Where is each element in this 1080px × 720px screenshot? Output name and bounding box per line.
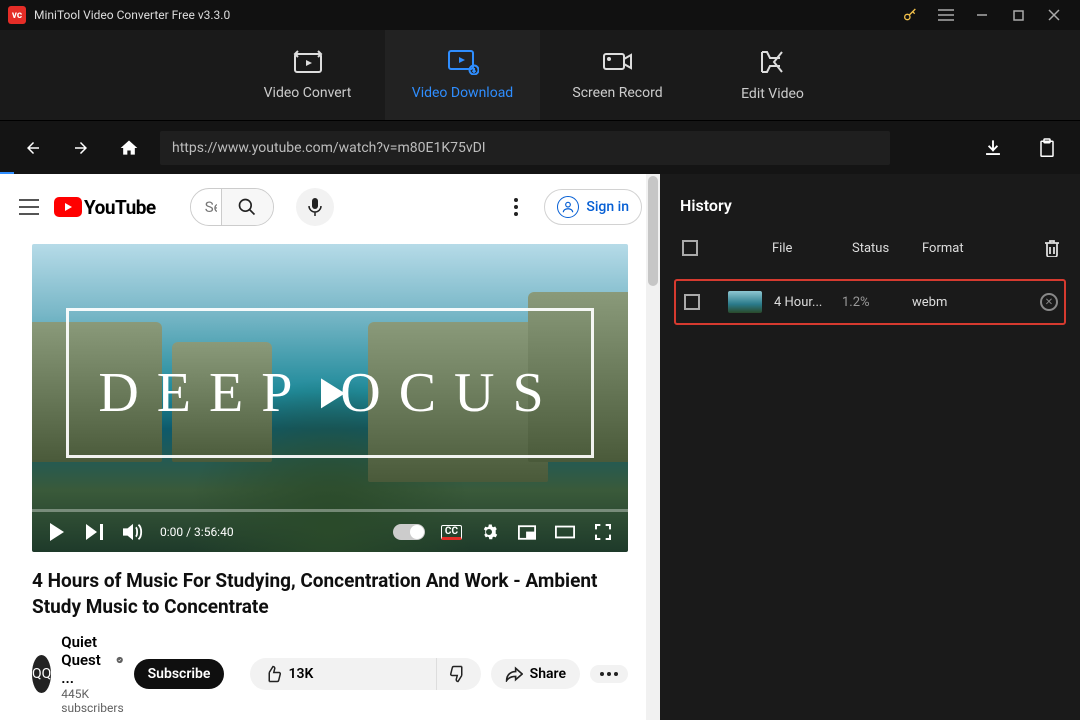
item-thumbnail xyxy=(728,291,762,313)
history-header: File Status Format xyxy=(674,233,1066,263)
fullscreen-icon[interactable] xyxy=(592,524,614,540)
tab-screen-record[interactable]: Screen Record xyxy=(540,30,695,120)
forward-button[interactable] xyxy=(64,131,98,165)
video-controls: 0:00 / 3:56:40 CC xyxy=(32,512,628,552)
channel-avatar[interactable]: QQ xyxy=(32,655,51,693)
theater-icon[interactable] xyxy=(554,525,576,539)
video-player[interactable]: DEEP OCUS 0:00 / 3:56:40 CC xyxy=(32,244,628,552)
embedded-browser: YouTube Sea Sign in xyxy=(0,174,660,720)
column-status: Status xyxy=(852,241,922,256)
verified-icon xyxy=(116,653,123,667)
like-button[interactable]: 13K xyxy=(250,658,436,690)
main-tabs: Video Convert Video Download Screen Reco… xyxy=(0,30,1080,120)
volume-icon[interactable] xyxy=(122,523,144,541)
column-format: Format xyxy=(922,241,1002,256)
back-button[interactable] xyxy=(16,131,50,165)
browser-navbar xyxy=(0,120,1080,174)
youtube-play-icon xyxy=(54,197,82,217)
delete-icon[interactable] xyxy=(1044,239,1060,257)
video-meta-row: QQ Quiet Quest ... 445K subscribers Subs… xyxy=(6,625,654,720)
search-icon[interactable] xyxy=(221,189,273,225)
search-input[interactable]: Sea xyxy=(191,198,221,216)
progress-bar[interactable] xyxy=(32,509,628,512)
youtube-brand-text: YouTube xyxy=(84,196,156,219)
settings-icon[interactable] xyxy=(478,523,500,541)
download-button[interactable] xyxy=(976,131,1010,165)
history-item[interactable]: 4 Hour... 1.2% webm ✕ xyxy=(674,279,1066,325)
minimize-button[interactable] xyxy=(964,0,1000,30)
select-all-checkbox[interactable] xyxy=(682,240,698,256)
miniplayer-icon[interactable] xyxy=(516,525,538,540)
history-panel: History File Status Format 4 Hour... 1.2… xyxy=(660,174,1080,720)
share-button[interactable]: Share xyxy=(491,659,580,689)
sign-in-button[interactable]: Sign in xyxy=(544,189,642,225)
more-actions-button[interactable] xyxy=(590,665,628,683)
video-player-area: DEEP OCUS 0:00 / 3:56:40 CC xyxy=(32,244,628,552)
menu-icon[interactable] xyxy=(928,0,964,30)
video-time: 0:00 / 3:56:40 xyxy=(160,525,234,539)
autoplay-toggle[interactable] xyxy=(393,524,425,540)
tab-label: Edit Video xyxy=(741,86,804,102)
tab-label: Video Download xyxy=(412,85,513,101)
like-count: 13K xyxy=(289,666,314,682)
titlebar: vc MiniTool Video Converter Free v3.3.0 xyxy=(0,0,1080,30)
license-key-icon[interactable] xyxy=(892,0,928,30)
content-area: YouTube Sea Sign in xyxy=(0,174,1080,720)
channel-info[interactable]: Quiet Quest ... 445K subscribers xyxy=(61,633,123,715)
clipboard-button[interactable] xyxy=(1030,131,1064,165)
share-label: Share xyxy=(530,666,566,682)
history-title: History xyxy=(674,192,1066,233)
video-title: 4 Hours of Music For Studying, Concentra… xyxy=(6,552,654,625)
play-icon[interactable] xyxy=(46,523,68,541)
item-checkbox[interactable] xyxy=(684,294,700,310)
tab-edit-video[interactable]: Edit Video xyxy=(695,30,850,120)
item-format: webm xyxy=(912,295,992,310)
tab-video-convert[interactable]: Video Convert xyxy=(230,30,385,120)
item-status: 1.2% xyxy=(842,295,912,310)
hamburger-icon[interactable] xyxy=(18,198,40,216)
close-button[interactable] xyxy=(1036,0,1072,30)
youtube-header: YouTube Sea Sign in xyxy=(6,182,654,238)
dislike-button[interactable] xyxy=(436,658,481,690)
url-input[interactable] xyxy=(160,131,890,165)
scrollbar[interactable] xyxy=(646,174,660,720)
sign-in-label: Sign in xyxy=(586,199,629,215)
more-icon[interactable] xyxy=(508,198,524,216)
subscriber-count: 445K subscribers xyxy=(61,687,123,715)
tab-label: Video Convert xyxy=(264,85,352,101)
play-overlay-icon[interactable] xyxy=(301,364,359,422)
column-file: File xyxy=(772,241,852,256)
microphone-icon[interactable] xyxy=(296,188,334,226)
next-icon[interactable] xyxy=(84,524,106,540)
app-logo-icon: vc xyxy=(8,6,26,24)
cancel-icon[interactable]: ✕ xyxy=(1040,293,1058,311)
tab-label: Screen Record xyxy=(572,85,662,101)
user-icon xyxy=(557,196,579,218)
youtube-logo[interactable]: YouTube xyxy=(54,196,156,219)
tab-video-download[interactable]: Video Download xyxy=(385,30,540,120)
subscribe-button[interactable]: Subscribe xyxy=(134,659,225,689)
app-title: MiniTool Video Converter Free v3.3.0 xyxy=(34,8,230,22)
search-box[interactable]: Sea xyxy=(190,188,274,226)
maximize-button[interactable] xyxy=(1000,0,1036,30)
captions-icon[interactable]: CC xyxy=(441,525,462,540)
item-filename: 4 Hour... xyxy=(774,295,842,310)
channel-name: Quiet Quest ... xyxy=(61,633,112,687)
home-button[interactable] xyxy=(112,131,146,165)
